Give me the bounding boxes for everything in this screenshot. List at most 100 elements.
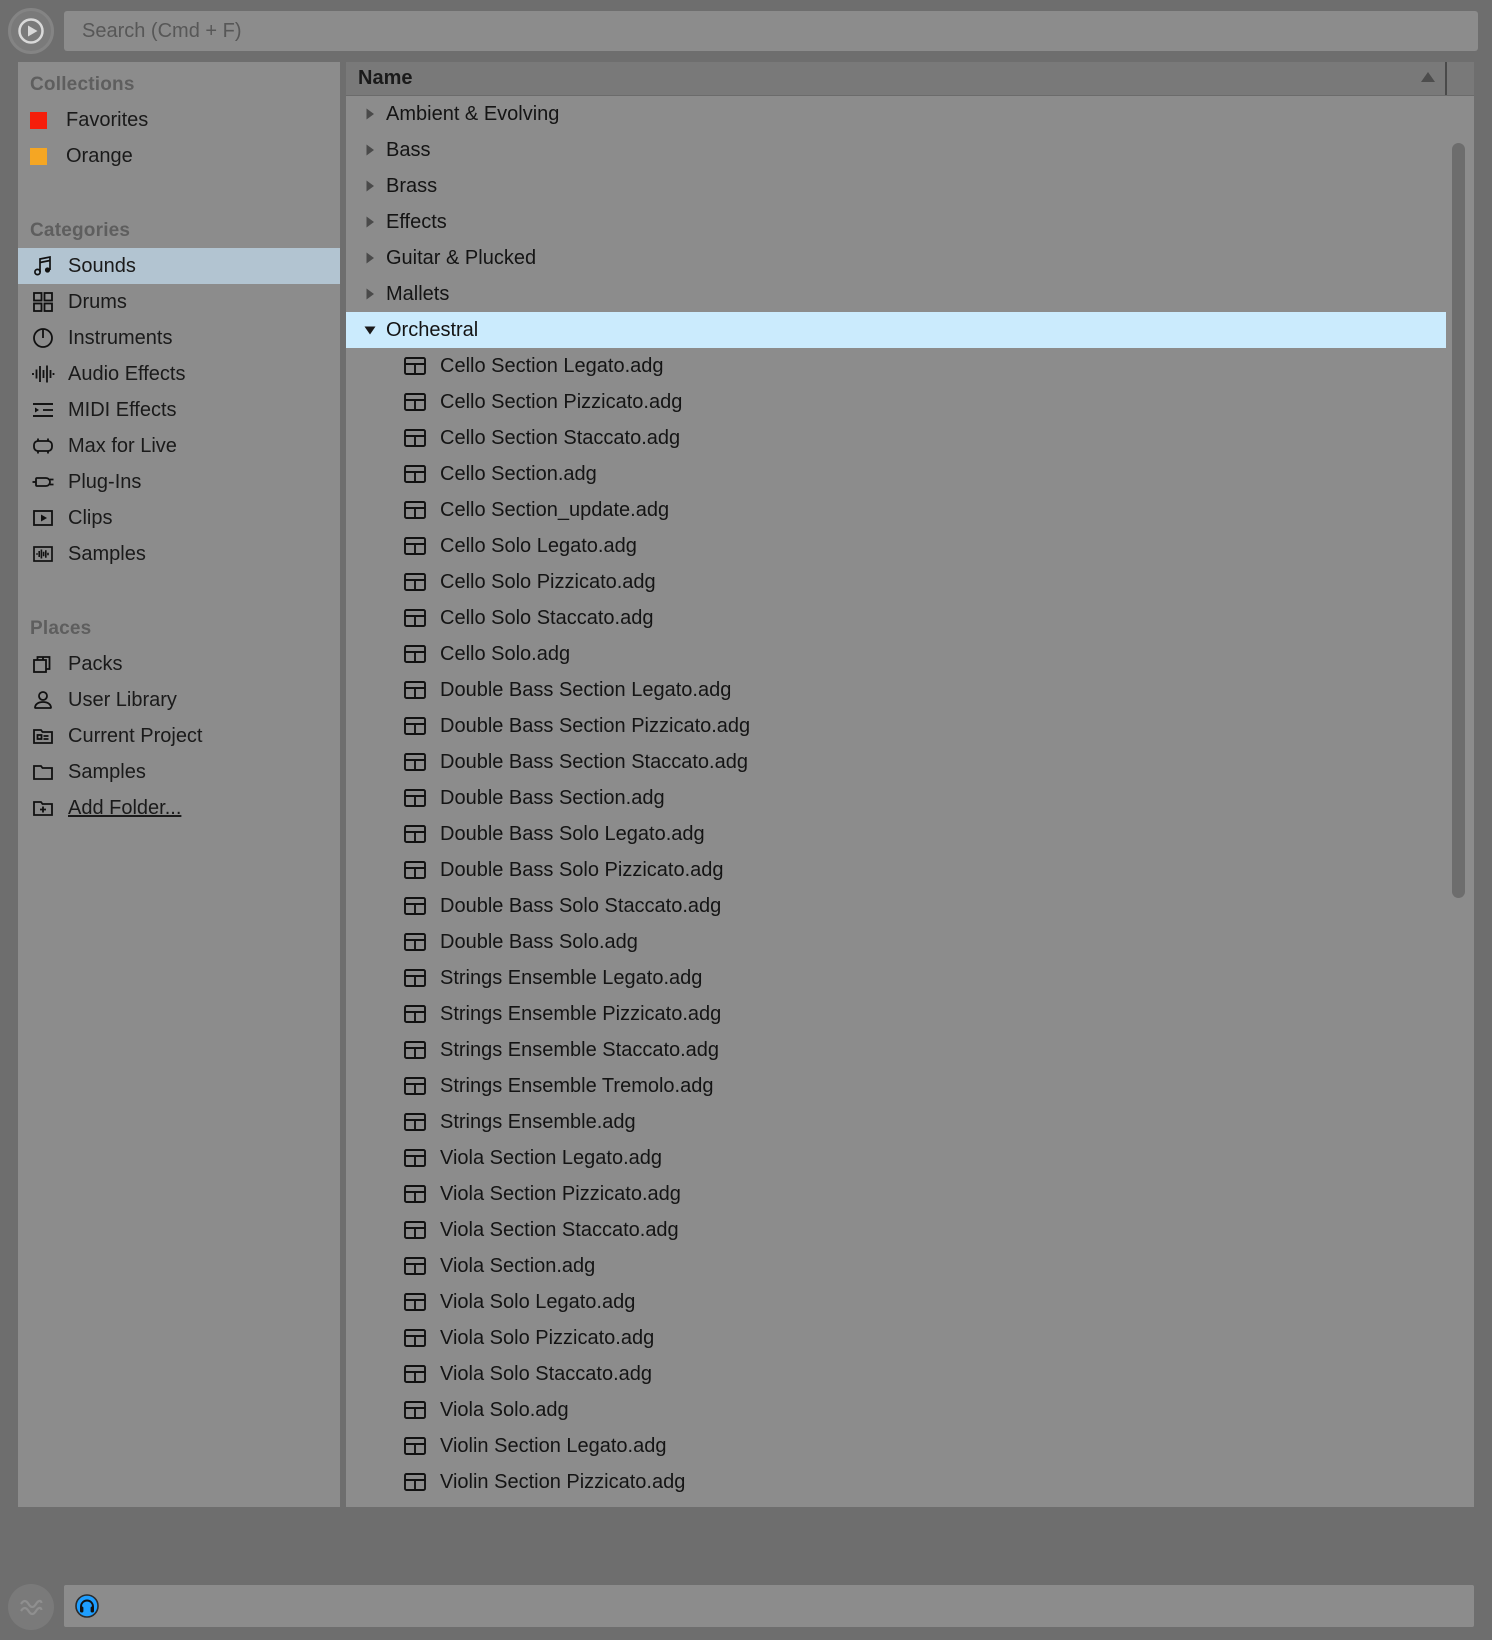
headphones-icon[interactable] <box>74 1593 100 1619</box>
tree-group-row[interactable]: Guitar & Plucked <box>346 240 1474 276</box>
sidebar-item-label: Max for Live <box>68 435 177 458</box>
tree-file-row[interactable]: Double Bass Solo Pizzicato.adg <box>346 852 1474 888</box>
tree-file-row[interactable]: Viola Section Pizzicato.adg <box>346 1176 1474 1212</box>
sidebar-item-label: Favorites <box>66 109 148 132</box>
music-note-icon <box>30 253 56 279</box>
tree-file-row[interactable]: Cello Solo.adg <box>346 636 1474 672</box>
sidebar-item-samples-folder[interactable]: Samples <box>18 754 340 790</box>
tree-file-label: Double Bass Solo.adg <box>440 931 638 954</box>
sidebar-item-favorites[interactable]: Favorites <box>18 102 340 138</box>
sidebar-item-audio-effects[interactable]: Audio Effects <box>18 356 340 392</box>
tree-group-label: Ambient & Evolving <box>386 103 559 126</box>
tree-file-row[interactable]: Viola Section Legato.adg <box>346 1140 1474 1176</box>
vertical-scrollbar[interactable] <box>1446 131 1474 1507</box>
tree-file-row[interactable]: Viola Solo Pizzicato.adg <box>346 1320 1474 1356</box>
column-divider <box>1445 62 1447 95</box>
tree-file-row[interactable]: Cello Section_update.adg <box>346 492 1474 528</box>
places-heading: Places <box>18 606 340 646</box>
tree-file-label: Viola Section Pizzicato.adg <box>440 1183 681 1206</box>
tree-file-row[interactable]: Double Bass Section Staccato.adg <box>346 744 1474 780</box>
chevron-right-icon[interactable] <box>356 215 384 229</box>
tree-file-row[interactable]: Viola Section Staccato.adg <box>346 1212 1474 1248</box>
sidebar-item-instruments[interactable]: Instruments <box>18 320 340 356</box>
tree-file-label: Viola Section Legato.adg <box>440 1147 662 1170</box>
bottom-bar <box>0 1570 1492 1640</box>
tree-file-row[interactable]: Cello Section.adg <box>346 456 1474 492</box>
tree-file-row[interactable]: Strings Ensemble Tremolo.adg <box>346 1068 1474 1104</box>
tree-file-label: Double Bass Section Pizzicato.adg <box>440 715 750 738</box>
tree-file-row[interactable]: Cello Solo Staccato.adg <box>346 600 1474 636</box>
sidebar-item-label: Audio Effects <box>68 363 185 386</box>
device-rack-icon <box>402 1361 428 1387</box>
tree-group-row[interactable]: Ambient & Evolving <box>346 96 1474 132</box>
tree-file-label: Double Bass Section.adg <box>440 787 665 810</box>
tree-file-row[interactable]: Strings Ensemble Legato.adg <box>346 960 1474 996</box>
tree-file-row[interactable]: Strings Ensemble Staccato.adg <box>346 1032 1474 1068</box>
sidebar-item-max-for-live[interactable]: Max for Live <box>18 428 340 464</box>
tree-file-row[interactable]: Viola Solo Staccato.adg <box>346 1356 1474 1392</box>
tree-file-row[interactable]: Double Bass Section.adg <box>346 780 1474 816</box>
device-rack-icon <box>402 1289 428 1315</box>
ableton-browser-window: Collections Favorites Orange Categories … <box>0 0 1492 1640</box>
sidebar-item-samples[interactable]: Samples <box>18 536 340 572</box>
tree-file-row[interactable]: Double Bass Solo.adg <box>346 924 1474 960</box>
device-rack-icon <box>402 461 428 487</box>
device-rack-icon <box>402 389 428 415</box>
column-header-name[interactable]: Name <box>346 67 412 90</box>
device-rack-icon <box>402 713 428 739</box>
sidebar-item-sounds[interactable]: Sounds <box>18 248 340 284</box>
tree-file-row[interactable]: Strings Ensemble.adg <box>346 1104 1474 1140</box>
list-column-header[interactable]: Name <box>346 62 1474 96</box>
sidebar-item-packs[interactable]: Packs <box>18 646 340 682</box>
color-swatch-red <box>30 112 47 129</box>
sidebar-item-add-folder[interactable]: Add Folder... <box>18 790 340 826</box>
sort-ascending-icon[interactable] <box>1420 70 1436 88</box>
device-rack-icon <box>402 1145 428 1171</box>
chevron-right-icon[interactable] <box>356 143 384 157</box>
tree-group-row[interactable]: Mallets <box>346 276 1474 312</box>
tree-file-row[interactable]: Violin Section Pizzicato.adg <box>346 1464 1474 1500</box>
tree-file-row[interactable]: Double Bass Solo Legato.adg <box>346 816 1474 852</box>
tree-group-row[interactable]: Brass <box>346 168 1474 204</box>
sidebar-item-label: Current Project <box>68 725 203 748</box>
tree-file-row[interactable]: Viola Section.adg <box>346 1248 1474 1284</box>
sidebar-item-orange[interactable]: Orange <box>18 138 340 174</box>
play-circle-icon[interactable] <box>8 8 54 54</box>
chevron-right-icon[interactable] <box>356 179 384 193</box>
sidebar-item-plug-ins[interactable]: Plug-Ins <box>18 464 340 500</box>
scrollbar-thumb[interactable] <box>1452 143 1465 898</box>
tree-file-label: Viola Solo.adg <box>440 1399 569 1422</box>
sidebar-item-user-library[interactable]: User Library <box>18 682 340 718</box>
sidebar-item-current-project[interactable]: Current Project <box>18 718 340 754</box>
tree-file-row[interactable]: Double Bass Section Pizzicato.adg <box>346 708 1474 744</box>
device-rack-icon <box>402 1073 428 1099</box>
sidebar-item-clips[interactable]: Clips <box>18 500 340 536</box>
tree-file-row[interactable]: Double Bass Solo Staccato.adg <box>346 888 1474 924</box>
chevron-right-icon[interactable] <box>356 287 384 301</box>
search-box[interactable] <box>64 11 1478 51</box>
chevron-right-icon[interactable] <box>356 107 384 121</box>
tree-group-row[interactable]: Bass <box>346 132 1474 168</box>
tree-group-row[interactable]: Effects <box>346 204 1474 240</box>
tree-file-row[interactable]: Cello Solo Legato.adg <box>346 528 1474 564</box>
tree-file-row[interactable]: Strings Ensemble Pizzicato.adg <box>346 996 1474 1032</box>
tree-group-row[interactable]: Orchestral <box>346 312 1474 348</box>
waveform-circle-icon[interactable] <box>8 1584 54 1630</box>
tree-file-row[interactable]: Double Bass Section Legato.adg <box>346 672 1474 708</box>
tree-file-row[interactable]: Viola Solo.adg <box>346 1392 1474 1428</box>
tree-file-row[interactable]: Cello Section Legato.adg <box>346 348 1474 384</box>
device-rack-icon <box>402 785 428 811</box>
search-input[interactable] <box>82 20 1478 43</box>
tree-file-label: Strings Ensemble Legato.adg <box>440 967 702 990</box>
device-rack-icon <box>402 821 428 847</box>
device-rack-icon <box>402 1253 428 1279</box>
tree-file-row[interactable]: Cello Section Staccato.adg <box>346 420 1474 456</box>
tree-file-row[interactable]: Cello Section Pizzicato.adg <box>346 384 1474 420</box>
tree-file-row[interactable]: Viola Solo Legato.adg <box>346 1284 1474 1320</box>
chevron-right-icon[interactable] <box>356 251 384 265</box>
sidebar-item-midi-effects[interactable]: MIDI Effects <box>18 392 340 428</box>
tree-file-row[interactable]: Violin Section Legato.adg <box>346 1428 1474 1464</box>
tree-file-row[interactable]: Cello Solo Pizzicato.adg <box>346 564 1474 600</box>
sidebar-item-drums[interactable]: Drums <box>18 284 340 320</box>
chevron-down-icon[interactable] <box>356 323 384 337</box>
